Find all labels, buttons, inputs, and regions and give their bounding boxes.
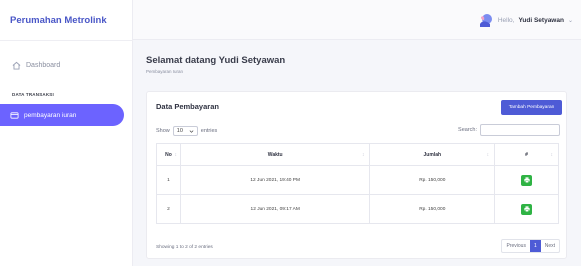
table-header-row: No ↕ Waktu ↕ Jumlah ↕ # ↕	[156, 143, 559, 166]
page-1-button[interactable]: 1	[529, 240, 541, 252]
entries-select[interactable]: 10	[172, 126, 198, 136]
user-menu[interactable]: Hello, Yudi Setyawan ⌄	[478, 12, 573, 28]
previous-page-button[interactable]: Previous	[502, 240, 529, 252]
print-button[interactable]	[521, 203, 533, 215]
card-title: Data Pembayaran	[156, 102, 219, 111]
sidebar-section-label: DATA TRANSAKSI	[12, 92, 54, 97]
entries-value: 10	[176, 128, 183, 134]
brand-title[interactable]: Perumahan Metrolink	[10, 10, 128, 32]
entries-length-control: Show 10 entries	[156, 126, 217, 136]
search-input[interactable]	[480, 124, 560, 136]
sidebar: Perumahan Metrolink Dashboard DATA TRANS…	[0, 0, 133, 266]
chevron-down-icon	[189, 129, 194, 133]
top-bar: Hello, Yudi Setyawan ⌄	[133, 0, 581, 40]
sidebar-divider	[0, 40, 133, 41]
cell-no: 2	[156, 194, 181, 224]
home-icon	[12, 61, 21, 70]
credit-card-icon	[10, 111, 19, 119]
sidebar-item-label: pembayaran iuran	[24, 111, 77, 119]
payment-table: No ↕ Waktu ↕ Jumlah ↕ # ↕ 1 12 Jun 2021, 19:…	[156, 143, 559, 224]
table-row: 2 12 Jun 2021, 09:17 AM Rp. 150,000	[156, 194, 559, 224]
cell-action	[494, 165, 559, 195]
column-header-waktu[interactable]: Waktu ↕	[179, 143, 371, 166]
sidebar-item-dashboard[interactable]: Dashboard	[12, 58, 122, 72]
chevron-down-icon: ⌄	[567, 17, 573, 24]
print-button[interactable]	[521, 174, 533, 186]
sort-icon: ↕	[486, 152, 490, 158]
pagination: Previous 1 Next	[501, 239, 560, 253]
printer-icon	[523, 206, 530, 212]
sidebar-item-pembayaran-iuran[interactable]: pembayaran iuran	[0, 104, 124, 126]
column-header-action[interactable]: # ↕	[494, 143, 559, 166]
show-label: Show	[156, 128, 170, 134]
sort-icon: ↕	[361, 152, 365, 158]
add-payment-button[interactable]: Tambah Pembayaran	[501, 100, 562, 115]
user-name: Yudi Setyawan	[518, 16, 564, 24]
cell-jumlah: Rp. 150,000	[369, 194, 496, 224]
table-row: 1 12 Jun 2021, 19:40 PM Rp. 150,000	[156, 165, 559, 195]
column-header-jumlah[interactable]: Jumlah ↕	[369, 143, 496, 166]
greeting-text: Hello,	[497, 16, 515, 24]
cell-no: 1	[156, 165, 181, 195]
cell-action	[494, 194, 559, 224]
page-title: Selamat datang Yudi Setyawan	[146, 55, 286, 66]
next-page-button[interactable]: Next	[541, 240, 559, 252]
printer-icon	[523, 177, 530, 183]
column-header-no[interactable]: No ↕	[156, 143, 181, 166]
table-info: Showing 1 to 2 of 2 entries	[156, 245, 213, 250]
sort-icon: ↕	[174, 152, 177, 158]
sidebar-item-label: Dashboard	[26, 61, 61, 69]
cell-waktu: 12 Jun 2021, 09:17 AM	[179, 194, 371, 224]
payment-card: Data Pembayaran Tambah Pembayaran Show 1…	[146, 91, 567, 259]
cell-waktu: 12 Jun 2021, 19:40 PM	[179, 165, 371, 195]
cell-jumlah: Rp. 150,000	[369, 165, 496, 195]
sort-icon: ↕	[550, 152, 554, 158]
user-avatar-icon	[479, 14, 492, 27]
search-label: Search:	[458, 127, 477, 133]
breadcrumb: Pembayaran Iuran	[146, 69, 184, 74]
search-control: Search:	[458, 124, 560, 136]
entries-label: entries	[200, 128, 218, 134]
